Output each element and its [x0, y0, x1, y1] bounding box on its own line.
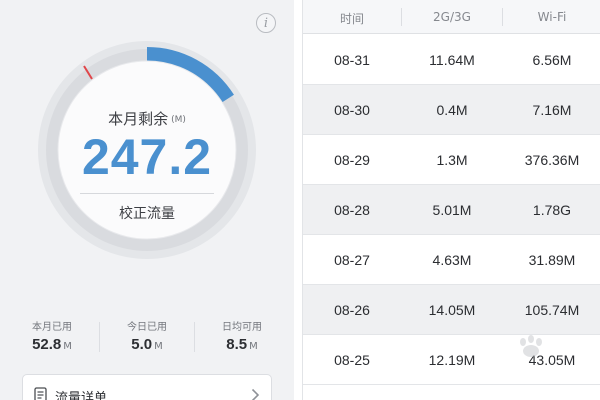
remaining-value: 247.2	[81, 129, 213, 185]
stat-daily-available: 日均可用 8.5 M	[202, 318, 282, 353]
table-row[interactable]: 08-29 1.3M 376.36M	[303, 135, 600, 185]
table-row[interactable]: 08-25 12.19M 43.05M	[303, 335, 600, 385]
document-icon	[34, 387, 47, 400]
daily-usage-table: 时间 2G/3G Wi-Fi 08-31 11.64M 6.56M 08-30 0.4M…	[302, 0, 600, 400]
traffic-overview-panel: i 本月剩余 (M) 247.2 校正流量 本月已用 52.8 M 今日已用 5.0…	[0, 0, 294, 400]
divider	[80, 193, 214, 194]
cell-date: 08-30	[334, 102, 370, 118]
cell-wifi-usage: 1.78G	[532, 202, 572, 218]
table-row[interactable]: 08-26 14.05M 105.74M	[303, 285, 600, 335]
column-header-wifi: Wi-Fi	[537, 10, 567, 24]
cell-wifi-usage: 7.16M	[532, 102, 572, 118]
stat-label: 本月已用	[32, 322, 72, 333]
cell-mobile-usage: 5.01M	[432, 202, 472, 218]
cell-date: 08-25	[334, 352, 370, 368]
cell-mobile-usage: 11.64M	[429, 52, 475, 68]
traffic-detail-button[interactable]: 流量详单	[22, 374, 272, 400]
stat-value: 8.5	[226, 336, 248, 353]
traffic-detail-label: 流量详单	[55, 391, 108, 400]
cell-mobile-usage: 0.4M	[436, 102, 468, 118]
stat-unit: M	[154, 341, 163, 352]
table-row[interactable]: 08-31 11.64M 6.56M	[303, 35, 600, 85]
cell-mobile-usage: 12.19M	[428, 352, 476, 368]
stat-unit: M	[249, 341, 258, 352]
cell-wifi-usage: 31.89M	[528, 252, 576, 268]
cell-date: 08-27	[334, 252, 370, 268]
cell-date: 08-31	[334, 52, 370, 68]
cell-wifi-usage: 105.74M	[524, 302, 580, 318]
stat-label: 今日已用	[127, 322, 167, 333]
calibrate-button[interactable]: 校正流量	[97, 203, 197, 223]
cell-date: 08-29	[334, 152, 370, 168]
cell-wifi-usage: 6.56M	[532, 52, 572, 68]
divider	[194, 322, 195, 352]
cell-date: 08-26	[334, 302, 370, 318]
table-row[interactable]: 08-28 5.01M 1.78G	[303, 185, 600, 235]
stat-value: 52.8	[32, 336, 62, 353]
table-row[interactable]: 08-30 0.4M 7.16M	[303, 85, 600, 135]
column-header-date: 时间	[339, 12, 364, 26]
table-row[interactable]: 08-27 4.63M 31.89M	[303, 235, 600, 285]
usage-stats: 本月已用 52.8 M 今日已用 5.0 M 日均可用 8.5 M	[0, 318, 294, 358]
cell-mobile-usage: 4.63M	[432, 252, 472, 268]
chevron-right-icon	[251, 387, 260, 400]
stat-month-used: 本月已用 52.8 M	[12, 318, 92, 353]
remaining-unit: (M)	[171, 115, 186, 125]
remaining-label-text: 本月剩余	[108, 110, 169, 128]
remaining-label: 本月剩余 (M)	[0, 108, 294, 129]
table-header: 时间 2G/3G Wi-Fi	[303, 0, 600, 34]
cell-mobile-usage: 14.05M	[428, 302, 476, 318]
stat-today-used: 今日已用 5.0 M	[107, 318, 187, 353]
column-header-mobile: 2G/3G	[433, 10, 471, 24]
cell-wifi-usage: 376.36M	[524, 152, 580, 168]
stat-label: 日均可用	[222, 322, 262, 333]
cell-mobile-usage: 1.3M	[436, 152, 468, 168]
cell-date: 08-28	[334, 202, 370, 218]
divider	[99, 322, 100, 352]
cell-wifi-usage: 43.05M	[528, 352, 576, 368]
stat-unit: M	[63, 341, 72, 352]
stat-value: 5.0	[131, 336, 153, 353]
